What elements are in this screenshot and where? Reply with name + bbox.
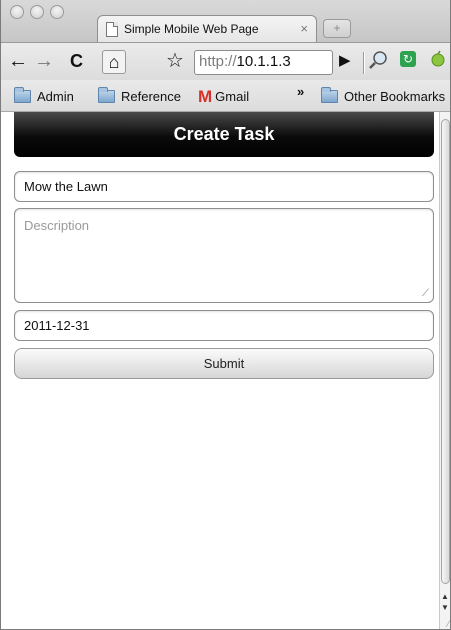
home-icon[interactable]: ⌂ — [102, 50, 126, 74]
tab-close-icon[interactable]: × — [300, 21, 308, 36]
toolbar-separator — [363, 52, 365, 74]
folder-icon — [98, 87, 115, 103]
search-icon[interactable] — [368, 50, 388, 75]
back-icon[interactable]: ← — [8, 50, 28, 72]
star-icon[interactable]: ☆ — [166, 50, 184, 72]
tab-strip: Simple Mobile Web Page × + — [1, 0, 450, 42]
folder-icon — [14, 87, 31, 103]
bookmark-label: Admin — [37, 89, 74, 104]
bookmark-label: Other Bookmarks — [344, 89, 446, 104]
page-title: Create Task — [173, 124, 275, 144]
tab-title: Simple Mobile Web Page — [124, 22, 259, 36]
submit-button[interactable]: Submit — [14, 348, 434, 379]
go-icon[interactable]: ▶ — [339, 50, 351, 72]
scroll-down-arrow-icon[interactable]: ▼ — [441, 603, 449, 612]
bookmark-label: Gmail — [215, 89, 250, 104]
vertical-scrollbar[interactable]: ▲ ▼ ⁄ — [439, 112, 450, 629]
bookmark-label: Reference — [121, 89, 181, 104]
url-scheme: http:// — [199, 53, 237, 70]
bookmark-gmail[interactable]: M Gmail — [198, 87, 250, 106]
folder-icon — [321, 87, 338, 103]
description-placeholder: Description — [24, 218, 90, 233]
gmail-icon: M — [198, 87, 213, 106]
zoom-window-button[interactable] — [50, 5, 64, 19]
window-resize-grip-icon[interactable]: ⁄ — [447, 619, 449, 629]
bookmark-other-bookmarks[interactable]: Other Bookmarks — [321, 87, 446, 104]
leaf-icon[interactable] — [429, 50, 447, 73]
minimize-window-button[interactable] — [30, 5, 44, 19]
bookmark-admin[interactable]: Admin — [14, 87, 74, 104]
resize-handle-icon[interactable]: ⟋ — [422, 288, 429, 299]
browser-toolbar: ← → C ⌂ ☆ http://10.1.1.3 ▶ ↻ — [1, 42, 450, 80]
scroll-up-arrow-icon[interactable]: ▲ — [441, 592, 449, 601]
url-host: 10.1.1.3 — [236, 53, 291, 70]
browser-tab[interactable]: Simple Mobile Web Page × — [97, 15, 317, 42]
address-bar[interactable]: http://10.1.1.3 — [194, 50, 333, 75]
forward-icon[interactable]: → — [34, 50, 54, 72]
reload-icon[interactable]: C — [70, 50, 83, 72]
bookmark-reference[interactable]: Reference — [98, 87, 181, 104]
task-title-input[interactable]: Mow the Lawn — [14, 171, 434, 202]
description-textarea[interactable]: Description ⟋ — [14, 208, 434, 303]
browser-window: Simple Mobile Web Page × + ← → C ⌂ ☆ htt… — [0, 0, 451, 630]
bookmarks-overflow-chevron-icon[interactable]: » — [297, 84, 304, 99]
page-content: Create Task Mow the Lawn Description ⟋ 2… — [1, 112, 441, 629]
page-icon — [106, 22, 118, 37]
svg-text:↻: ↻ — [403, 52, 413, 66]
new-tab-button[interactable]: + — [323, 19, 351, 38]
scrollbar-thumb[interactable] — [441, 119, 450, 584]
date-input[interactable]: 2011-12-31 — [14, 310, 434, 341]
bookmarks-bar: Admin Reference M Gmail » Other Bookmark… — [1, 80, 450, 112]
page-header: Create Task — [14, 112, 434, 157]
extension-icon[interactable]: ↻ — [398, 50, 418, 73]
close-window-button[interactable] — [10, 5, 24, 19]
